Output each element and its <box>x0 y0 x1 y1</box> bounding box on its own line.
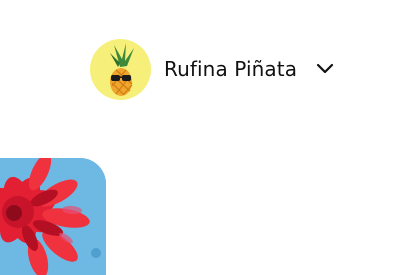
user-name[interactable]: Rufina Piñata <box>164 59 297 79</box>
avatar[interactable] <box>90 38 151 100</box>
hero-image-card[interactable] <box>0 158 106 275</box>
chevron-down-icon[interactable] <box>315 59 335 79</box>
dahlia-flower-image <box>0 158 106 275</box>
account-menu[interactable]: Rufina Piñata <box>90 38 335 100</box>
pineapple-icon <box>110 42 134 96</box>
